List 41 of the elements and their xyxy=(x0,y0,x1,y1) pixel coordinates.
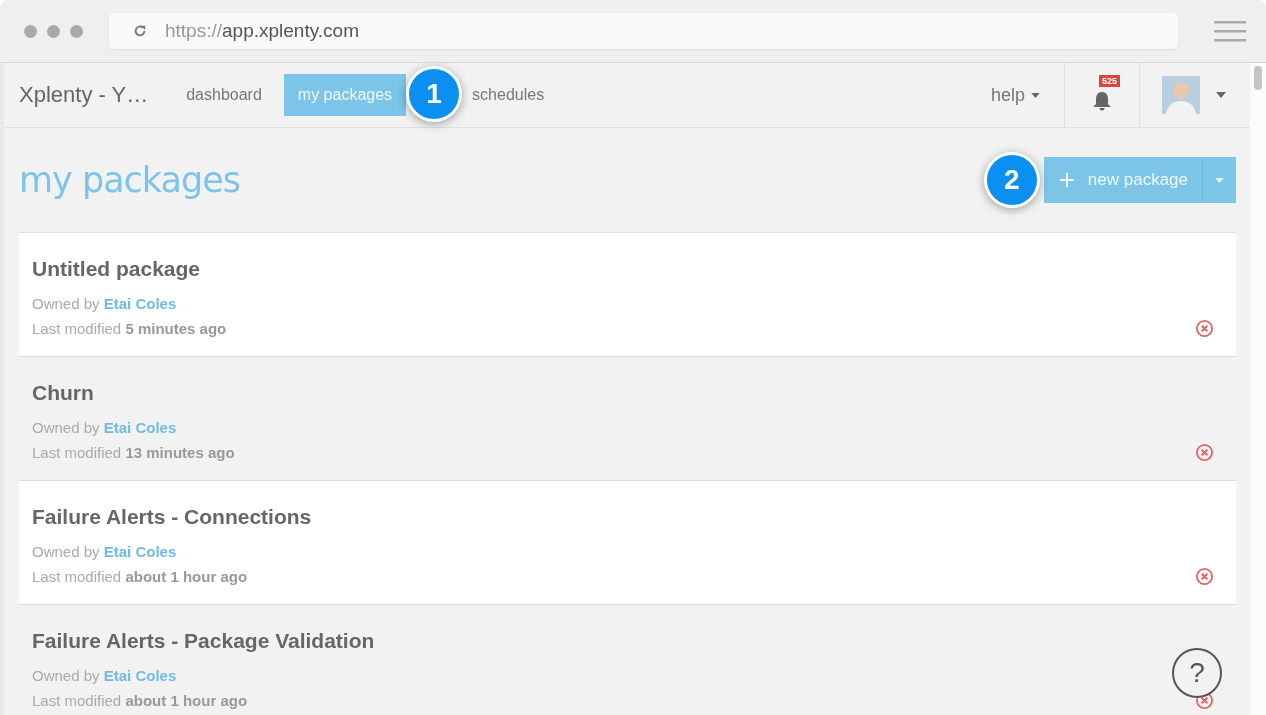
package-card[interactable]: Failure Alerts - Connections Owned by Etai Coles Last modified about 1 hour ago xyxy=(19,481,1236,605)
dropdown-button[interactable] xyxy=(1202,157,1236,203)
modified-line: Last modified 5 minutes ago xyxy=(32,320,227,337)
owner-line: Owned by Etai Coles xyxy=(32,543,177,560)
caret-icon xyxy=(1215,177,1224,183)
delete-icon[interactable] xyxy=(1195,319,1214,338)
caret-icon[interactable] xyxy=(1216,92,1226,98)
package-name[interactable]: Churn xyxy=(32,381,94,405)
help-menu[interactable]: help xyxy=(966,63,1065,127)
package-name[interactable]: Failure Alerts - Connections xyxy=(32,505,312,529)
scrollbar[interactable] xyxy=(1250,63,1266,715)
caret-icon xyxy=(1031,92,1040,98)
package-name[interactable]: Untitled package xyxy=(32,257,201,281)
window-control-icon[interactable] xyxy=(24,24,37,38)
plus-icon xyxy=(1059,173,1074,187)
modified-line: Last modified 13 minutes ago xyxy=(32,444,235,461)
url-host: app.xplenty.com xyxy=(222,20,359,41)
menu-icon[interactable] xyxy=(1214,20,1246,42)
owner-line: Owned by Etai Coles xyxy=(32,419,177,436)
package-card[interactable]: Untitled package Owned by Etai Coles Last modified 5 minutes ago xyxy=(19,233,1236,357)
reload-icon[interactable] xyxy=(133,24,147,38)
help-button[interactable]: ? xyxy=(1172,648,1222,698)
delete-icon[interactable] xyxy=(1195,567,1214,586)
owner-line: Owned by Etai Coles xyxy=(32,667,177,684)
modified-line: Last modified about 1 hour ago xyxy=(32,692,248,709)
scrollbar-thumb[interactable] xyxy=(1254,66,1262,90)
package-name[interactable]: Failure Alerts - Package Validation xyxy=(32,629,375,653)
url-scheme: https:// xyxy=(165,20,223,41)
window-control-icon[interactable] xyxy=(47,24,60,38)
address-field[interactable]: https://app.xplenty.com xyxy=(109,13,1178,49)
app-brand[interactable]: Xplenty - Y… xyxy=(19,82,149,108)
owner-line: Owned by Etai Coles xyxy=(32,295,177,312)
callout-badge: 2 xyxy=(983,152,1040,208)
window-control-icon[interactable] xyxy=(70,24,83,38)
page-title: my packages xyxy=(19,160,240,200)
avatar-icon[interactable] xyxy=(1162,76,1200,114)
modified-line: Last modified about 1 hour ago xyxy=(32,568,248,585)
notification-count: 525 xyxy=(1098,75,1120,87)
callout-badge: 1 xyxy=(406,66,463,122)
nav-tab[interactable]: dashboard xyxy=(172,74,276,116)
delete-icon[interactable] xyxy=(1195,443,1214,462)
